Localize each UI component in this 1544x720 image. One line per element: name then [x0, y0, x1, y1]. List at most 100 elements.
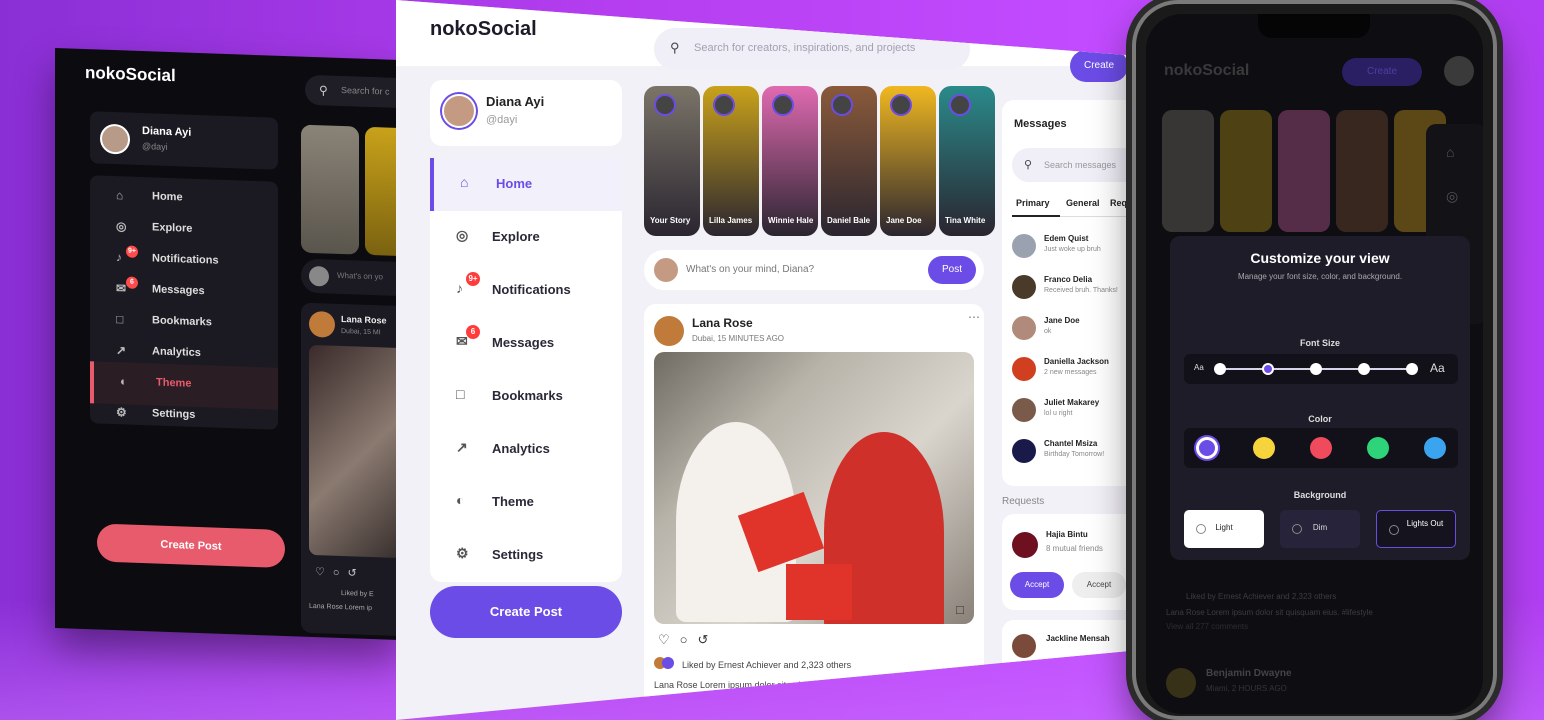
messages-panel: Messages ⚲ Search messages Primary Gener… — [1002, 100, 1152, 486]
create-button[interactable]: Create — [1342, 58, 1422, 86]
post-actions[interactable]: ♡○↺ — [658, 632, 718, 648]
notification-badge: 9+ — [126, 245, 138, 258]
view-comments-link[interactable]: View all 277 comments — [1166, 622, 1248, 631]
color-swatch[interactable] — [1253, 437, 1275, 459]
sidebar-item-label: Theme — [492, 494, 534, 509]
chart-icon: ↗ — [456, 439, 468, 455]
story-card[interactable]: Winnie Hale — [762, 86, 818, 236]
sidebar-item-analytics[interactable]: ↗ Analytics — [430, 423, 622, 476]
color-swatch[interactable] — [1424, 437, 1446, 459]
story-card — [1220, 110, 1272, 232]
messages-title: Messages — [1014, 118, 1067, 130]
message-row[interactable]: Chantel Msiza Birthday Tomorrow! — [1012, 435, 1142, 475]
story-card[interactable] — [301, 124, 359, 255]
message-row[interactable]: Jane Doe ok — [1012, 312, 1142, 352]
story-avatar — [890, 94, 912, 116]
feed-card: Lana Rose Dubai, 15 MINUTES AGO ⋯ □ ♡○↺ … — [644, 304, 984, 720]
story-card — [1162, 110, 1214, 232]
profile-card[interactable]: Diana Ayi @dayi — [430, 80, 622, 146]
liked-by-text: Liked by Ernest Achiever and 2,323 other… — [1186, 592, 1337, 601]
sidebar-item-messages[interactable]: ✉ 6 Messages — [430, 317, 622, 370]
sidebar-item-theme[interactable]: ◐ Theme — [430, 476, 622, 529]
modal-subtitle: Manage your font size, color, and backgr… — [1237, 272, 1403, 281]
notification-badge: 6 — [126, 276, 138, 289]
bookmark-icon: □ — [116, 312, 124, 327]
sidebar-item-label: Bookmarks — [492, 388, 563, 403]
sidebar-item-explore[interactable]: ◎ Explore — [430, 211, 622, 264]
radio-icon — [1196, 524, 1206, 534]
message-sender: Juliet Makarey — [1044, 398, 1100, 407]
sidebar-item-label: Analytics — [492, 441, 550, 456]
message-row[interactable]: Franco Delia Received bruh. Thanks! — [1012, 271, 1142, 311]
story-card[interactable]: Tina White — [939, 86, 995, 236]
background-dim-button[interactable]: Dim — [1280, 510, 1360, 548]
create-button[interactable]: Create — [1070, 50, 1128, 82]
color-picker — [1184, 428, 1458, 468]
post-button[interactable]: Post — [928, 256, 976, 284]
color-swatch[interactable] — [1367, 437, 1389, 459]
tab-primary[interactable]: Primary — [1016, 198, 1050, 208]
modal-title: Customize your view — [1250, 250, 1390, 266]
background-light-button[interactable]: Light — [1184, 510, 1264, 548]
caption-text: Lana Rose Lorem ip — [309, 602, 373, 613]
color-swatch[interactable] — [1196, 437, 1218, 459]
dark-desktop-window: nokoSocial ⚲ Search for c Diana Ayi @day… — [55, 48, 400, 641]
font-size-slider[interactable]: Aa Aa — [1184, 354, 1458, 384]
search-icon: ⚲ — [1024, 159, 1033, 171]
message-search-input[interactable]: ⚲ Search messages — [1012, 148, 1152, 182]
sidebar-item-settings[interactable]: ⚙ Settings — [430, 529, 622, 582]
avatar — [1166, 668, 1196, 698]
feed-author: Benjamin Dwayne — [1206, 668, 1292, 679]
slider-stop[interactable] — [1406, 363, 1418, 375]
phone-device: nokoSocial Create ⌂ ◎ Customize your vie… — [1132, 0, 1497, 720]
message-search-placeholder: Search messages — [1044, 160, 1117, 170]
create-post-button[interactable]: Create Post — [97, 523, 285, 569]
create-post-input[interactable]: What's on yo — [301, 258, 400, 298]
story-card[interactable]: Lilla James — [703, 86, 759, 236]
accept-button[interactable]: Accept — [1010, 572, 1064, 598]
story-card[interactable]: Daniel Bale — [821, 86, 877, 236]
avatar — [100, 123, 130, 155]
profile-name: Diana Ayi — [486, 94, 545, 109]
requests-label: Requests — [1002, 496, 1045, 507]
color-swatch[interactable] — [1310, 437, 1332, 459]
message-row[interactable]: Juliet Makarey lol u right — [1012, 394, 1142, 434]
home-icon[interactable]: ⌂ — [1446, 144, 1454, 160]
decline-button[interactable]: Accept — [1072, 572, 1126, 598]
app-logo: nokoSocial — [1164, 62, 1250, 79]
sidebar-item-settings[interactable]: ⚙ Settings — [90, 392, 278, 441]
message-row[interactable]: Edem Quist Just woke up bruh — [1012, 230, 1142, 270]
story-label: Your Story — [650, 216, 691, 225]
message-row[interactable]: Daniella Jackson 2 new messages — [1012, 353, 1142, 393]
slider-stop[interactable] — [1214, 363, 1226, 375]
sidebar-item-label: Notifications — [152, 252, 219, 267]
sidebar-item-bookmarks[interactable]: □ Bookmarks — [430, 370, 622, 423]
feed-location: Dubai, 15 MI — [341, 327, 381, 337]
create-post-button[interactable]: Create Post — [430, 586, 622, 638]
avatar[interactable] — [1444, 56, 1474, 86]
sidebar-item-notifications[interactable]: ♪ 9+ Notifications — [430, 264, 622, 317]
whats-on-mind-input[interactable]: What's on your mind, Diana? — [686, 264, 814, 275]
gear-icon: ⚙ — [116, 405, 127, 420]
slider-stop[interactable] — [1358, 363, 1370, 375]
search-input[interactable]: ⚲ Search for creators, inspirations, and… — [654, 28, 970, 70]
story-avatar — [949, 94, 971, 116]
story-card[interactable] — [365, 126, 400, 257]
bookmark-icon[interactable]: □ — [956, 602, 964, 617]
sidebar-item-home[interactable]: ⌂ Home — [430, 158, 622, 211]
search-input[interactable]: ⚲ Search for c — [305, 74, 400, 109]
story-card[interactable]: Jane Doe — [880, 86, 936, 236]
profile-card[interactable]: Diana Ayi @dayi — [90, 111, 278, 170]
avatar — [1012, 439, 1036, 463]
post-actions[interactable]: ♡○↺ — [315, 565, 365, 580]
avatar — [1012, 316, 1036, 340]
slider-stop[interactable] — [1310, 363, 1322, 375]
more-options-icon[interactable]: ⋯ — [968, 310, 980, 324]
background-lights-out-button[interactable]: Lights Out — [1376, 510, 1456, 548]
tab-general[interactable]: General — [1066, 198, 1100, 208]
avatar — [1012, 275, 1036, 299]
story-card[interactable]: Your Story — [644, 86, 700, 236]
compass-icon[interactable]: ◎ — [1446, 188, 1458, 205]
sidebar-item-label: Explore — [492, 229, 540, 244]
slider-stop-selected[interactable] — [1262, 363, 1274, 375]
